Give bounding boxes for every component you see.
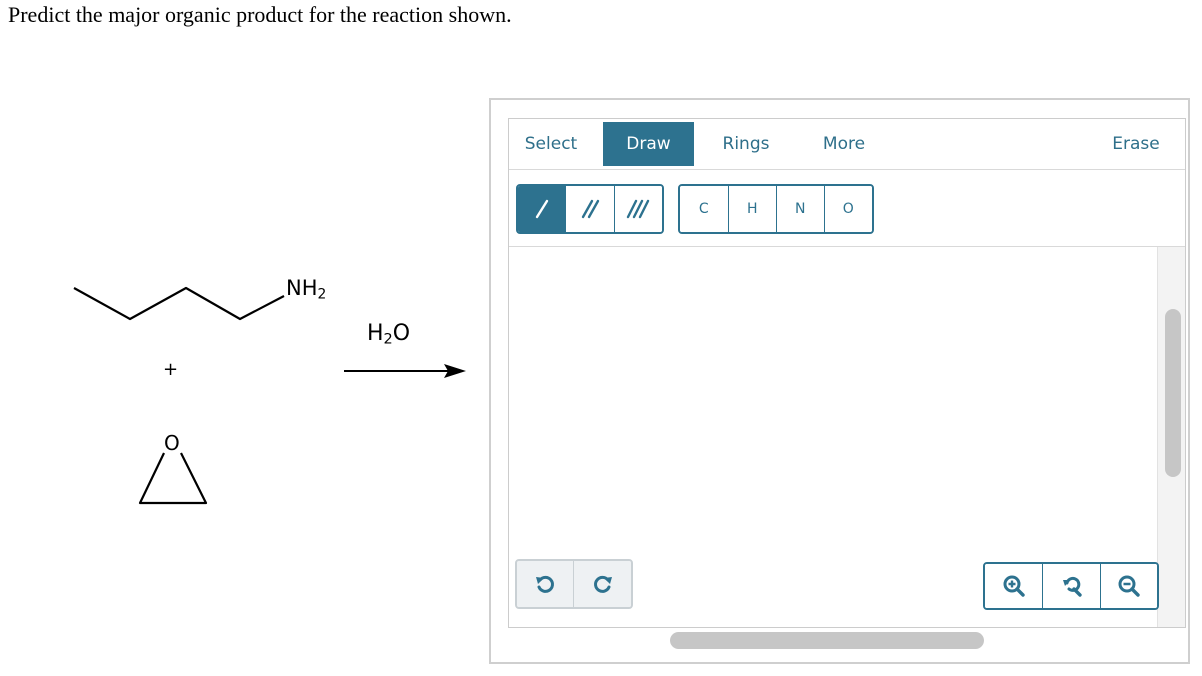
history-tool-group bbox=[515, 559, 633, 609]
plus-sign: + bbox=[163, 359, 179, 380]
bond-tool-group bbox=[516, 184, 664, 234]
triple-bond-icon[interactable] bbox=[614, 186, 662, 232]
reagent-label: H2O bbox=[367, 321, 411, 348]
tab-more[interactable]: More bbox=[805, 122, 883, 166]
tab-select[interactable]: Select bbox=[513, 122, 589, 166]
vertical-scrollbar-thumb[interactable] bbox=[1165, 309, 1181, 477]
atom-h-button[interactable]: H bbox=[728, 186, 777, 232]
amine-carbon-chain bbox=[73, 286, 285, 321]
tab-rings[interactable]: Rings bbox=[707, 122, 785, 166]
reset-zoom-icon[interactable] bbox=[1043, 564, 1101, 608]
tab-erase[interactable]: Erase bbox=[1099, 122, 1173, 166]
zoom-in-icon[interactable] bbox=[985, 564, 1043, 608]
amine-group-label: NH2 bbox=[286, 276, 327, 303]
atom-n-button[interactable]: N bbox=[777, 186, 825, 232]
reaction-scheme: NH2 + O H2O bbox=[0, 0, 490, 676]
undo-icon[interactable] bbox=[517, 561, 575, 607]
atom-tool-group: C H N O bbox=[678, 184, 874, 234]
zoom-out-icon[interactable] bbox=[1101, 564, 1157, 608]
atom-c-button[interactable]: C bbox=[680, 186, 729, 232]
vertical-scrollbar[interactable] bbox=[1157, 247, 1185, 627]
tab-draw[interactable]: Draw bbox=[603, 122, 694, 166]
single-bond-icon[interactable] bbox=[518, 186, 567, 232]
reaction-drawing bbox=[73, 286, 466, 505]
horizontal-scrollbar-thumb[interactable] bbox=[670, 632, 984, 649]
editor-tab-bar: Select Draw Rings More Erase bbox=[509, 119, 1185, 170]
zoom-tool-group bbox=[983, 562, 1159, 610]
structure-editor: Select Draw Rings More Erase C H N O bbox=[508, 118, 1186, 628]
redo-icon[interactable] bbox=[574, 561, 631, 607]
epoxide-ring bbox=[138, 452, 208, 505]
atom-o-button[interactable]: O bbox=[824, 186, 872, 232]
double-bond-icon[interactable] bbox=[566, 186, 615, 232]
epoxide-oxygen-label: O bbox=[164, 431, 180, 455]
draw-toolbar: C H N O bbox=[509, 170, 1185, 247]
